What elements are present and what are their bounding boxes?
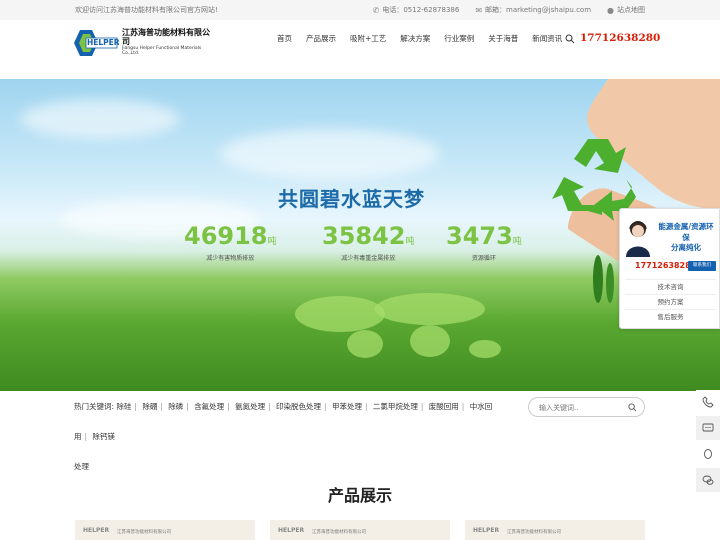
quick-phone-button[interactable] — [696, 390, 720, 414]
nav-products[interactable]: 产品展示 — [299, 33, 343, 44]
product-card[interactable]: HELPER 江苏海普功能材料有限公司 — [465, 520, 645, 540]
top-email[interactable]: ✉ 邮箱：marketing@jshaipu.com — [475, 5, 591, 15]
nav-news[interactable]: 新闻资讯 — [525, 33, 569, 44]
hot-keywords: 热门关键词: 除硅 | 除硼 | 除磷 | 含氟处理 | 氨氮处理 | 印染脱色处理 | 甲… — [74, 402, 493, 471]
phone-icon: ✆ — [372, 5, 380, 15]
keyword-link[interactable]: 甲苯处理 — [332, 402, 362, 411]
welcome-text: 欢迎访问江苏海普功能材料有限公司官方网站! — [75, 6, 218, 14]
keyword-link[interactable]: 除钙镁 — [92, 432, 115, 441]
products-section-title: 产品展示 — [327, 486, 392, 505]
hotline-number: 17712638280 — [580, 32, 661, 44]
main-nav: 首页 产品展示 吸附+工艺 解决方案 行业案例 关于海普 新闻资讯 — [270, 33, 569, 44]
nav-adsorption[interactable]: 吸附+工艺 — [343, 33, 393, 44]
top-phone: ✆ 电话：0512-62878386 — [372, 5, 460, 15]
top-bar: 欢迎访问江苏海普功能材料有限公司官方网站! ✆ 电话：0512-62878386… — [0, 0, 720, 20]
logo-company-en: Jiangsu Helper Functional Materials Co.,… — [122, 45, 202, 56]
banner-slogan: 共圆碧水蓝天梦 — [278, 187, 425, 211]
search-input[interactable]: 输入关键词.. — [528, 397, 645, 417]
world-map-graphic — [295, 293, 501, 358]
logo-company-cn: 江苏海普功能材料有限公司 — [122, 28, 210, 47]
contact-us-button[interactable]: 联系我们 — [688, 261, 716, 271]
keyword-link[interactable]: 除磷 — [168, 402, 183, 411]
keyword-link[interactable]: 处理 — [74, 462, 89, 471]
stat-harmful-reduction: 46918吨 减少有害物质排放 — [184, 222, 277, 262]
stat-heavy-metal-reduction: 35842吨 减少有毒重金属排放 — [322, 222, 415, 262]
hot-keywords-label: 热门关键词: — [74, 402, 115, 411]
search-icon[interactable] — [628, 403, 637, 412]
quick-message-button[interactable] — [696, 416, 720, 440]
keyword-link[interactable]: 除硅 — [116, 402, 131, 411]
header: HELPER 江苏海普功能材料有限公司 Jiangsu Helper Funct… — [0, 20, 720, 76]
logo[interactable]: HELPER 江苏海普功能材料有限公司 Jiangsu Helper Funct… — [74, 26, 214, 60]
logo-mark: HELPER — [74, 28, 120, 58]
search-icon[interactable] — [565, 34, 575, 44]
hero-banner: 共圆碧水蓝天梦 46918吨 减少有害物质排放 35842吨 减少有毒重金属排放… — [0, 79, 720, 391]
keyword-link[interactable]: 氨氮处理 — [235, 402, 265, 411]
product-card[interactable]: HELPER 江苏海普功能材料有限公司 — [270, 520, 450, 540]
location-icon: ● — [607, 5, 614, 15]
phone-icon — [702, 396, 714, 408]
top-bar-contacts: ✆ 电话：0512-62878386 ✉ 邮箱：marketing@jshaip… — [373, 5, 645, 15]
service-link-booking[interactable]: 预约方案 — [625, 294, 716, 308]
nav-home[interactable]: 首页 — [270, 33, 299, 44]
keyword-link[interactable]: 废酸回用 — [429, 402, 459, 411]
logo-mark-text: HELPER — [87, 38, 120, 47]
product-card[interactable]: HELPER 江苏海普功能材料有限公司 — [75, 520, 255, 540]
nav-solutions[interactable]: 解决方案 — [393, 33, 437, 44]
keyword-link[interactable]: 含氟处理 — [194, 402, 224, 411]
nav-cases[interactable]: 行业案例 — [437, 33, 481, 44]
sitemap-link[interactable]: ● 站点地图 — [607, 5, 645, 15]
service-panel: 能源金属/资源环保 分离纯化 17712638280 联系我们 技术咨询 预约方… — [619, 208, 720, 329]
keyword-bar: 热门关键词: 除硅 | 除硼 | 除磷 | 含氟处理 | 氨氮处理 | 印染脱色处理 | 甲… — [0, 392, 720, 471]
keyword-link[interactable]: 二氯甲烷处理 — [373, 402, 418, 411]
quick-tools — [696, 390, 720, 494]
service-link-tech[interactable]: 技术咨询 — [625, 279, 716, 293]
mail-icon: ✉ — [475, 5, 483, 15]
customer-service-avatar — [626, 221, 650, 257]
keyword-link[interactable]: 除硼 — [142, 402, 157, 411]
qq-icon — [704, 449, 712, 459]
message-icon — [702, 423, 714, 432]
quick-qq-button[interactable] — [696, 442, 720, 466]
stat-resource-recycle: 3473吨 资源循环 — [446, 222, 522, 262]
nav-about[interactable]: 关于海普 — [481, 33, 525, 44]
keyword-link[interactable]: 印染脱色处理 — [276, 402, 321, 411]
service-title: 能源金属/资源环保 分离纯化 — [658, 222, 714, 252]
service-link-aftersales[interactable]: 售后服务 — [625, 309, 716, 323]
